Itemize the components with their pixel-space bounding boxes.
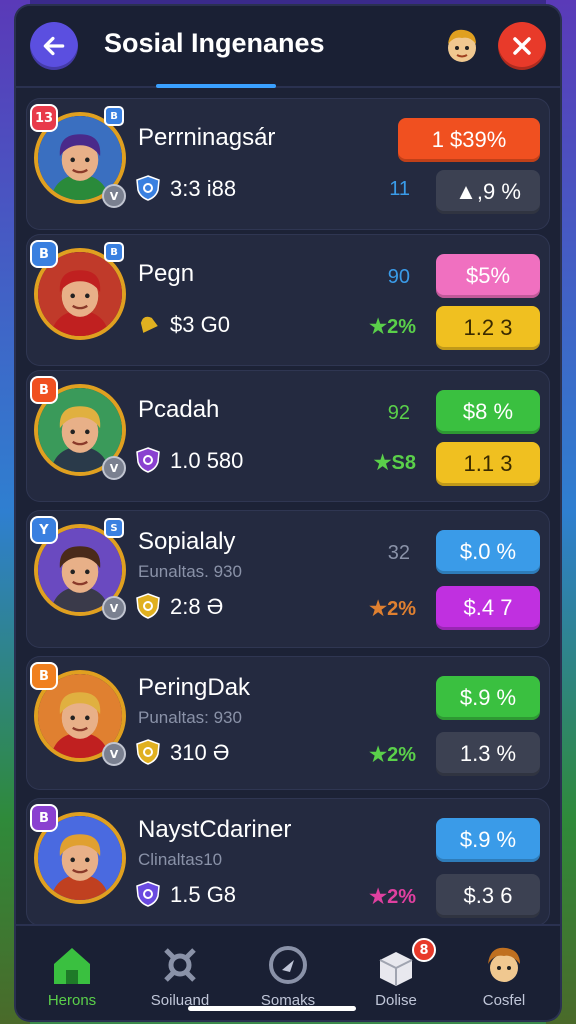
nav-item-dolise[interactable]: 8 Dolise [342,926,450,1020]
home-indicator [188,1006,356,1011]
stat-pill-top[interactable]: 1 $39% [398,118,540,162]
player-stat: 1.0 580 [170,448,244,473]
player-card[interactable]: Y S V Sopialaly Eunaltas. 930 2:8 Ə 32 ★2% $.0 %… [26,510,550,648]
stat-pill-bottom[interactable]: ▲,9 % [436,170,540,214]
player-score: 92 [387,402,410,424]
nav-label: Cosfel [482,992,526,1009]
notification-badge: 8 [412,938,436,962]
stat-pill-top[interactable]: $8 % [436,390,540,434]
player-rating: ★2% [369,886,416,908]
player-subtitle: Clinaltas10 [138,850,223,869]
home-icon [48,942,96,988]
player-stat: 1.5 G8 [170,882,237,907]
header-bar: Sosial Ingenanes [16,6,560,88]
player-rating: ★2% [369,316,416,338]
player-score: 32 [387,542,410,564]
shield-icon [134,880,162,908]
arrow-left-icon [43,36,65,56]
player-rating: ★S8 [373,452,416,474]
stat-pill-top[interactable]: $5% [436,254,540,298]
player-card[interactable]: B NaystCdariner Clinaltas10 1.5 G8 ★2% $.9 % $… [26,798,550,926]
nav-label: Dolise [375,992,417,1009]
rank-badge: B [30,240,58,268]
stat-pill-top[interactable]: $.9 % [436,676,540,720]
player-subtitle: Punaltas: 930 [138,708,242,727]
nav-item-herons[interactable]: Herons [18,926,126,1020]
player-name: Pegn [138,260,195,287]
corner-badge: B [104,242,124,262]
corner-badge: B [104,106,124,126]
player-score: 11 [389,178,410,200]
close-icon [513,37,531,55]
rank-badge: B [30,376,58,404]
stat-pill-bottom[interactable]: $.4 7 [436,586,540,630]
stat-pill-bottom[interactable]: 1.2 3 [436,306,540,350]
stat-pill-top[interactable]: $.9 % [436,818,540,862]
corner-badge: S [104,518,124,538]
compass-icon [264,942,312,988]
player-name: Sopialaly [138,528,236,555]
shield-icon [134,446,162,474]
profile-icon [480,942,528,988]
player-card[interactable]: B V Pcadah 1.0 580 92 ★S8 $8 % 1.1 3 [26,370,550,502]
player-stat: $3 G0 [170,312,230,337]
player-name: Perrninagsár [138,124,276,151]
shield-icon [134,174,162,202]
page-title: Sosial Ingenanes [104,28,325,58]
stat-pill-bottom[interactable]: 1.1 3 [436,442,540,486]
shield-icon [134,592,162,620]
bell-icon [134,310,162,338]
nav-label: Herons [47,992,97,1009]
network-icon [156,942,204,988]
stat-pill-bottom[interactable]: $.3 6 [436,874,540,918]
title-underline [156,84,276,88]
level-badge: V [102,742,126,766]
level-badge: V [102,456,126,480]
stat-pill-bottom[interactable]: 1.3 % [436,732,540,776]
rank-badge: Y [30,516,58,544]
player-rating: ★2% [369,598,416,620]
player-rating: ★2% [369,744,416,766]
close-button[interactable] [498,22,546,70]
stat-pill-top[interactable]: $.0 % [436,530,540,574]
shield-icon [134,738,162,766]
player-name: PeringDak [138,674,251,701]
player-score: 90 [387,266,410,288]
rank-badge: B [30,804,58,832]
level-badge: V [102,596,126,620]
nav-item-cosfel[interactable]: Cosfel [450,926,558,1020]
player-subtitle: Eunaltas. 930 [138,562,242,581]
rank-badge: 13 [30,104,58,132]
player-name: Pcadah [138,396,220,423]
player-card[interactable]: 13 B V Perrninagsár 3:3 i88 11 1 $39% ▲,9 % [26,98,550,230]
player-stat: 310 Ə [170,740,230,765]
player-stat: 3:3 i88 [170,176,237,201]
back-button[interactable] [30,22,78,70]
player-card[interactable]: B V PeringDak Punaltas: 930 310 Ə ★2% $.9 % 1.3… [26,656,550,790]
player-card[interactable]: B B Pegn $3 G0 90 ★2% $5% 1.2 3 [26,234,550,366]
leaderboard-panel: Sosial Ingenanes 13 B V Perrninagsár 3:3 i88… [16,6,560,1020]
rank-badge: B [30,662,58,690]
player-stat: 2:8 Ə [170,594,224,619]
avatar-icon[interactable] [442,24,482,68]
level-badge: V [102,184,126,208]
player-name: NaystCdariner [138,816,292,843]
